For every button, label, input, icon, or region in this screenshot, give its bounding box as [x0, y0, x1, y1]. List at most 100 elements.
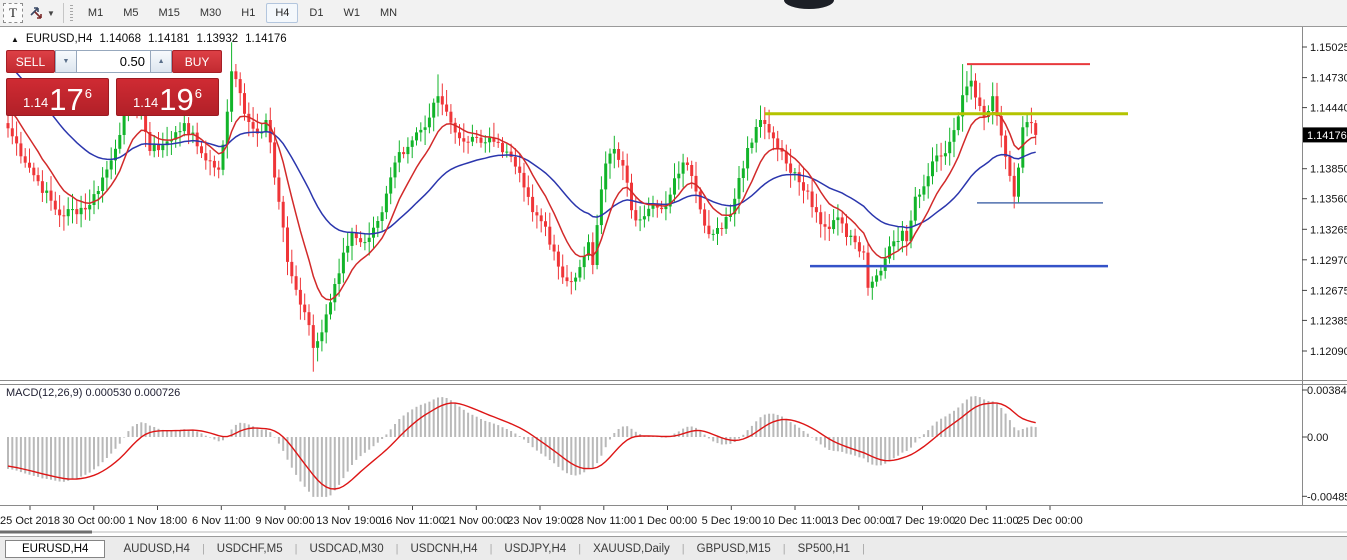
macd-histogram-bar: [574, 437, 577, 476]
candle-body: [892, 241, 896, 247]
timeframe-button-h1[interactable]: H1: [232, 3, 264, 23]
candle-body: [565, 277, 569, 282]
macd-histogram-bar: [41, 437, 44, 479]
volume-increase-button[interactable]: ▲: [150, 50, 173, 73]
chart-tab-usdcnh-h4[interactable]: USDCNH,H4: [398, 540, 489, 558]
candle-body: [802, 182, 805, 191]
macd-histogram-bar: [196, 431, 199, 437]
macd-histogram-bar: [540, 437, 543, 454]
chart-tab-sp500-h1[interactable]: SP500,H1: [786, 540, 862, 558]
candle-body: [217, 167, 221, 170]
candle-body: [531, 196, 535, 213]
arrows-tool-icon[interactable]: [27, 3, 45, 23]
candle-body: [539, 215, 543, 222]
volume-input[interactable]: [77, 50, 151, 73]
macd-histogram-bar: [609, 437, 611, 440]
candle-body: [393, 162, 397, 178]
text-label-tool-icon[interactable]: T: [3, 3, 23, 23]
candle-body: [664, 206, 668, 210]
chart-tab-xauusd-daily[interactable]: XAUUSD,Daily: [581, 540, 682, 558]
candle-body: [1008, 156, 1012, 176]
candle-body: [677, 173, 681, 179]
macd-histogram-bar: [858, 437, 861, 458]
macd-histogram-bar: [862, 437, 865, 459]
chart-tab-usdchf-m5[interactable]: USDCHF,M5: [205, 540, 295, 558]
sell-price-big: 17: [49, 82, 84, 117]
sell-price-box[interactable]: 1.14 17 6: [6, 78, 109, 116]
macd-histogram-bar: [879, 437, 882, 466]
volume-decrease-button[interactable]: ▼: [54, 50, 78, 73]
candle-body: [19, 143, 23, 157]
candle-body: [234, 71, 238, 80]
chart-collapse-arrow-icon[interactable]: ▲: [11, 35, 19, 44]
timeframe-button-m5[interactable]: M5: [114, 3, 147, 23]
macd-histogram-bar: [45, 437, 48, 479]
candle-body: [1029, 122, 1033, 124]
candle-body: [402, 152, 406, 155]
macd-histogram-bar: [316, 437, 319, 497]
macd-histogram-bar: [789, 422, 792, 437]
toolbar-grip-handle[interactable]: [69, 5, 73, 21]
macd-histogram-bar: [277, 437, 280, 444]
chart-tab-audusd-h4[interactable]: AUDUSD,H4: [111, 540, 201, 558]
macd-indicator-label: MACD(12,26,9) 0.000530 0.000726: [6, 387, 181, 399]
timeframe-button-d1[interactable]: D1: [300, 3, 332, 23]
arrows-dropdown-caret[interactable]: ▼: [47, 9, 55, 18]
macd-histogram-bar: [269, 432, 272, 437]
macd-histogram-bar: [703, 434, 706, 437]
macd-histogram-bar: [338, 437, 341, 485]
macd-histogram-bar: [845, 437, 848, 454]
chart-tab-usdcad-m30[interactable]: USDCAD,M30: [297, 540, 395, 558]
mt4-window: T ▼ M1 M5 M15 M30 H1 H4 D1 W1 MN 1.15025 1.14730 1…: [0, 0, 1347, 560]
candle-body: [698, 191, 702, 210]
candle-body: [913, 196, 917, 221]
candle-body: [569, 281, 573, 283]
chart-scrollbar-thumb[interactable]: [0, 530, 92, 534]
candle-body: [324, 314, 328, 333]
macd-histogram-bar: [922, 434, 925, 437]
macd-histogram-bar: [1000, 408, 1003, 437]
candle-body: [969, 80, 973, 87]
macd-histogram-bar: [566, 437, 568, 474]
macd-histogram-bar: [695, 427, 697, 437]
candle-body: [251, 122, 255, 129]
candle-body: [406, 146, 410, 155]
macd-histogram-bar: [75, 437, 78, 479]
candle-body: [182, 123, 186, 132]
macd-axis-label: 0.003847: [1307, 385, 1347, 397]
candle-body: [290, 261, 294, 277]
timeframe-button-m1[interactable]: M1: [79, 3, 112, 23]
timeframe-button-m15[interactable]: M15: [149, 3, 188, 23]
price-axis-label: 1.13850: [1310, 164, 1347, 176]
timeframe-button-m30[interactable]: M30: [191, 3, 230, 23]
macd-histogram-bar: [200, 433, 203, 437]
timeframe-button-h4[interactable]: H4: [266, 3, 299, 23]
timeframe-button-w1[interactable]: W1: [334, 3, 369, 23]
macd-histogram-bar: [510, 431, 513, 437]
macd-histogram-bar: [32, 437, 35, 476]
candle-body: [840, 217, 844, 224]
candle-body: [556, 251, 560, 267]
candle-body: [354, 232, 358, 239]
macd-histogram-bar: [54, 437, 57, 481]
candle-body: [931, 161, 934, 177]
buy-button[interactable]: BUY: [172, 50, 223, 73]
macd-histogram-bar: [123, 437, 126, 438]
candle-body: [845, 223, 848, 237]
candle-body: [230, 71, 234, 112]
candle-body: [350, 232, 354, 246]
chart-tab-usdjpy-h4[interactable]: USDJPY,H4: [492, 540, 578, 558]
chart-tab-eurusd-h4[interactable]: EURUSD,H4: [5, 539, 106, 558]
timeframe-button-mn[interactable]: MN: [371, 3, 406, 23]
sell-button[interactable]: SELL: [6, 50, 55, 73]
candle-body: [806, 190, 810, 192]
chart-tab-gbpusd-m15[interactable]: GBPUSD,M15: [685, 540, 783, 558]
candle-body: [466, 141, 470, 143]
candle-body: [535, 212, 539, 216]
buy-price-box[interactable]: 1.14 19 6: [116, 78, 219, 116]
time-axis-label: 10 Dec 11:00: [763, 515, 828, 527]
candle-body: [483, 142, 487, 144]
macd-histogram-bar: [712, 437, 715, 442]
macd-histogram-bar: [136, 424, 138, 437]
candle-body: [707, 225, 711, 235]
